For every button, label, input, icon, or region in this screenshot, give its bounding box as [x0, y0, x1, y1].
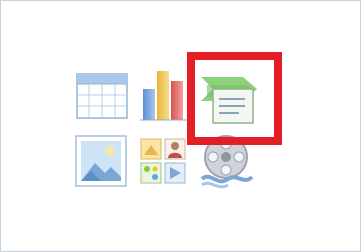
insert-clip-art-icon[interactable] — [139, 137, 187, 185]
insert-table-icon[interactable] — [76, 73, 128, 119]
content-placeholder — [0, 0, 361, 252]
insert-smartart-icon[interactable] — [199, 75, 259, 127]
insert-picture-icon[interactable] — [75, 135, 127, 187]
insert-media-clip-icon[interactable] — [198, 133, 254, 191]
insert-chart-icon[interactable] — [140, 69, 190, 121]
